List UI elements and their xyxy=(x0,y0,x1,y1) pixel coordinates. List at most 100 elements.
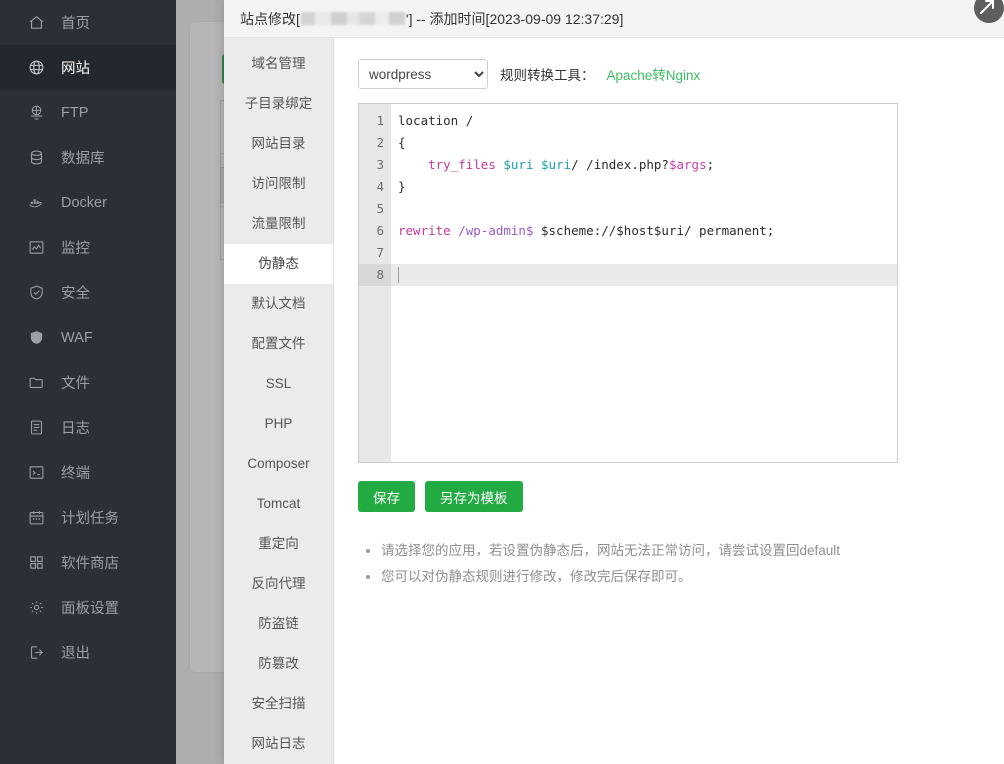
editor-line-numbers: 12345678 xyxy=(359,104,391,462)
mouse-cursor-icon xyxy=(974,0,1004,23)
code-token xyxy=(398,157,428,172)
save-as-template-button[interactable]: 另存为模板 xyxy=(425,481,523,512)
sidebar-item-files[interactable]: 文件 xyxy=(0,360,176,405)
sidebar-item-logs[interactable]: 日志 xyxy=(0,405,176,450)
sidebar-item-security[interactable]: 安全 xyxy=(0,270,176,315)
globe-icon xyxy=(26,58,46,78)
main-sidebar: 首页 网站 FTP 数据库 Docker xyxy=(0,0,176,764)
code-line[interactable]: location / xyxy=(391,110,897,132)
code-token: { xyxy=(398,135,406,150)
site-edit-modal: 站点修改[ '] -- 添加时间[2023-09-09 12:37:29] 域名… xyxy=(224,0,1004,764)
sidebar-item-label: FTP xyxy=(61,105,88,121)
code-token: } xyxy=(398,179,406,194)
code-line[interactable] xyxy=(391,264,897,286)
sidebar-item-label: 退出 xyxy=(61,642,90,663)
folder-icon xyxy=(26,373,46,393)
app-select[interactable]: wordpress xyxy=(358,59,488,89)
sidebar-item-label: 数据库 xyxy=(61,147,105,168)
sidebar-item-website[interactable]: 网站 xyxy=(0,45,176,90)
sidebar-item-terminal[interactable]: 终端 xyxy=(0,450,176,495)
tab-reverse-proxy[interactable]: 反向代理 xyxy=(224,564,333,604)
monitor-icon xyxy=(26,238,46,258)
help-tips: 请选择您的应用，若设置伪静态后，网站无法正常访问，请尝试设置回default 您… xyxy=(358,538,984,590)
shield-solid-icon xyxy=(26,328,46,348)
code-line[interactable]: { xyxy=(391,132,897,154)
line-number: 7 xyxy=(359,242,391,264)
tab-config-file[interactable]: 配置文件 xyxy=(224,324,333,364)
modal-tab-rail: 域名管理 子目录绑定 网站目录 访问限制 流量限制 伪静态 默认文档 配置文件 … xyxy=(224,38,334,764)
code-token: $scheme://$host$uri/ permanent; xyxy=(533,223,774,238)
converter-label: 规则转换工具： xyxy=(500,64,595,84)
tab-subdirectory-binding[interactable]: 子目录绑定 xyxy=(224,84,333,124)
sidebar-item-logout[interactable]: 退出 xyxy=(0,630,176,675)
logout-icon xyxy=(26,643,46,663)
ftp-icon xyxy=(26,103,46,123)
tab-default-document[interactable]: 默认文档 xyxy=(224,284,333,324)
sidebar-item-label: 计划任务 xyxy=(61,507,119,528)
tab-php[interactable]: PHP xyxy=(224,404,333,444)
sidebar-item-panel-settings[interactable]: 面板设置 xyxy=(0,585,176,630)
sidebar-item-monitor[interactable]: 监控 xyxy=(0,225,176,270)
modal-body: 域名管理 子目录绑定 网站目录 访问限制 流量限制 伪静态 默认文档 配置文件 … xyxy=(224,38,1004,764)
code-line[interactable]: try_files $uri $uri/ /index.php?$args; xyxy=(391,154,897,176)
code-token xyxy=(533,157,541,172)
line-number: 2 xyxy=(359,132,391,154)
tab-ssl[interactable]: SSL xyxy=(224,364,333,404)
tab-composer[interactable]: Composer xyxy=(224,444,333,484)
sidebar-item-label: Docker xyxy=(61,195,107,211)
tab-anti-leech[interactable]: 防盗链 xyxy=(224,604,333,644)
line-number: 6 xyxy=(359,220,391,242)
bullet-icon xyxy=(366,575,370,579)
line-number: 5 xyxy=(359,198,391,220)
code-line[interactable] xyxy=(391,242,897,264)
line-number: 4 xyxy=(359,176,391,198)
sidebar-item-label: 监控 xyxy=(61,237,90,258)
sidebar-item-label: WAF xyxy=(61,330,93,346)
tab-domain-management[interactable]: 域名管理 xyxy=(224,44,333,84)
code-line[interactable]: rewrite /wp-admin$ $scheme://$host$uri/ … xyxy=(391,220,897,242)
tab-anti-tamper[interactable]: 防篡改 xyxy=(224,644,333,684)
tab-redirect[interactable]: 重定向 xyxy=(224,524,333,564)
modal-title-suffix: '] -- 添加时间[2023-09-09 12:37:29] xyxy=(406,9,623,29)
code-token: /wp-admin$ xyxy=(458,223,533,238)
sidebar-item-waf[interactable]: WAF xyxy=(0,315,176,360)
code-token: rewrite xyxy=(398,223,451,238)
editor-code-area[interactable]: location / { try_files $uri $uri/ /index.… xyxy=(391,104,897,462)
sidebar-item-label: 终端 xyxy=(61,462,90,483)
log-icon xyxy=(26,418,46,438)
tab-site-logs[interactable]: 网站日志 xyxy=(224,724,333,764)
sidebar-item-home[interactable]: 首页 xyxy=(0,0,176,45)
grid-icon xyxy=(26,553,46,573)
sidebar-item-appstore[interactable]: 软件商店 xyxy=(0,540,176,585)
home-icon xyxy=(26,13,46,33)
sidebar-item-label: 安全 xyxy=(61,282,90,303)
action-buttons: 保存 另存为模板 xyxy=(358,481,984,512)
sidebar-item-cron[interactable]: 计划任务 xyxy=(0,495,176,540)
line-number: 8 xyxy=(359,264,391,286)
code-line[interactable]: } xyxy=(391,176,897,198)
code-line[interactable] xyxy=(391,198,897,220)
save-button[interactable]: 保存 xyxy=(358,481,415,512)
database-icon xyxy=(26,148,46,168)
tab-rewrite[interactable]: 伪静态 xyxy=(224,244,333,284)
tab-traffic-limit[interactable]: 流量限制 xyxy=(224,204,333,244)
tab-site-directory[interactable]: 网站目录 xyxy=(224,124,333,164)
sidebar-item-database[interactable]: 数据库 xyxy=(0,135,176,180)
tab-tomcat[interactable]: Tomcat xyxy=(224,484,333,524)
apache-to-nginx-link[interactable]: Apache转Nginx xyxy=(607,64,701,84)
code-token: ; xyxy=(707,157,715,172)
sidebar-item-docker[interactable]: Docker xyxy=(0,180,176,225)
sidebar-item-label: 面板设置 xyxy=(61,597,119,618)
shield-check-icon xyxy=(26,283,46,303)
sidebar-item-label: 软件商店 xyxy=(61,552,119,573)
code-token: try_files xyxy=(428,157,496,172)
gear-icon xyxy=(26,598,46,618)
tab-access-restriction[interactable]: 访问限制 xyxy=(224,164,333,204)
terminal-icon xyxy=(26,463,46,483)
tab-security-scan[interactable]: 安全扫描 xyxy=(224,684,333,724)
rewrite-code-editor[interactable]: 12345678 location / { try_files $uri $uri… xyxy=(358,103,898,463)
code-token: $uri xyxy=(541,157,571,172)
rewrite-toolbar: wordpress 规则转换工具： Apache转Nginx xyxy=(358,54,984,94)
line-number: 3 xyxy=(359,154,391,176)
sidebar-item-ftp[interactable]: FTP xyxy=(0,90,176,135)
